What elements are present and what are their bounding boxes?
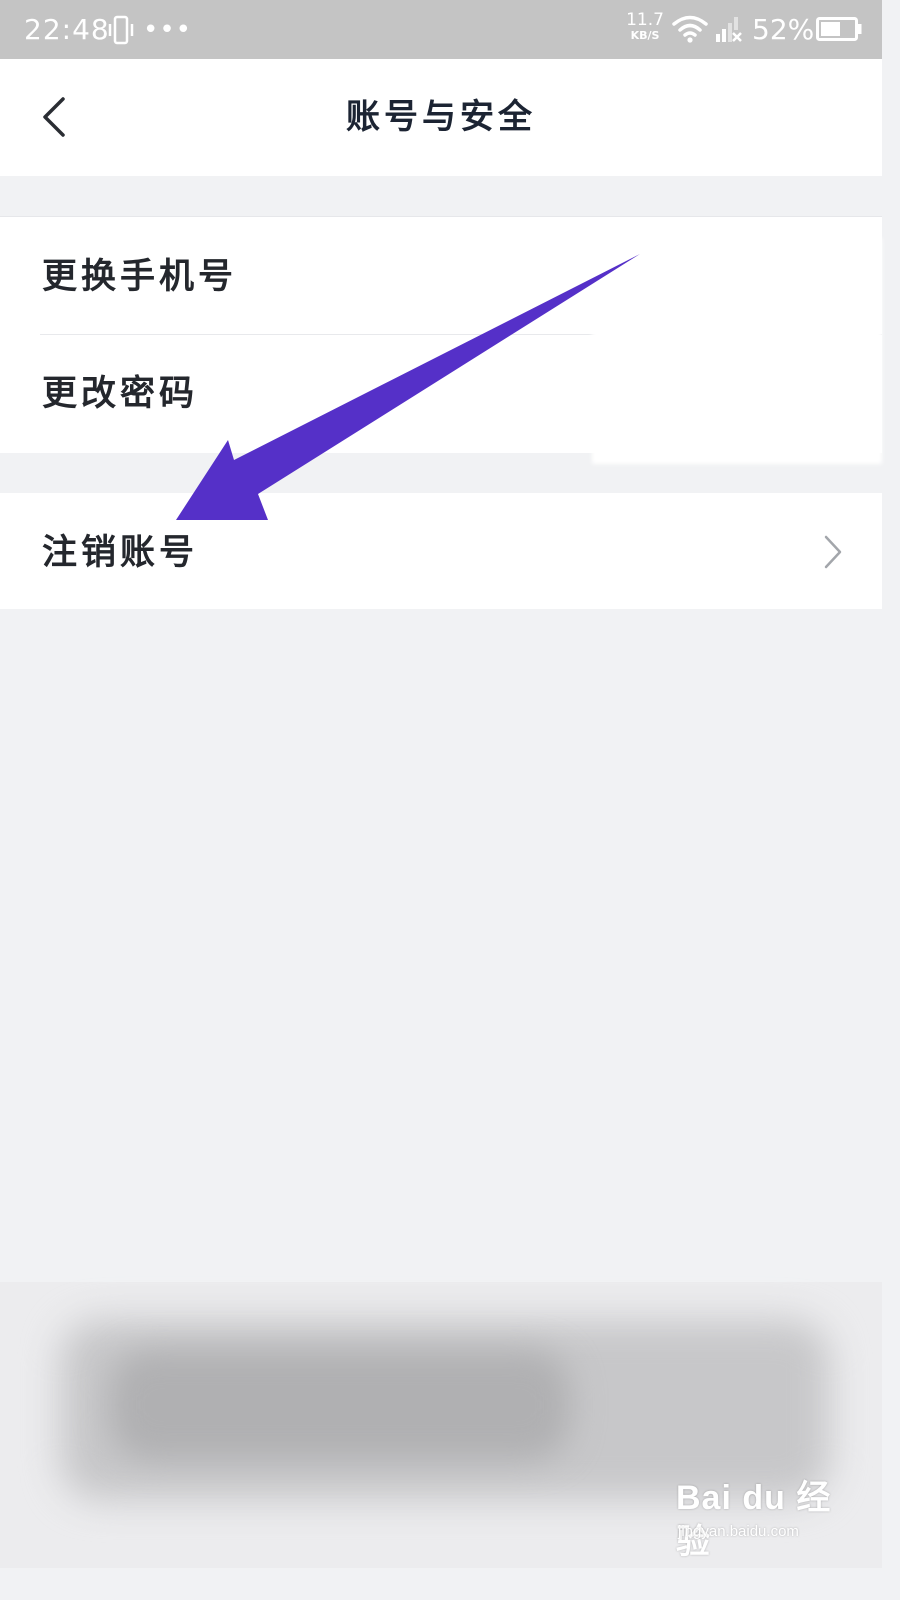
- net-speed-unit: KB/S: [630, 29, 660, 42]
- status-bar: 22:48 ••• 11.7 KB/S 52%: [0, 0, 882, 59]
- deregister-account-label: 注销账号: [42, 532, 199, 573]
- page-title: 账号与安全: [346, 97, 536, 137]
- annotation-arrow-icon: [176, 254, 640, 520]
- signal-icon: [716, 17, 742, 42]
- baidu-jingyan-watermark: Bai du 经验 jingyan.baidu.com: [676, 1476, 866, 1561]
- vibrate-icon: [108, 15, 134, 45]
- net-speed-value: 11.7: [626, 10, 664, 30]
- battery-percent: 52%: [752, 13, 815, 46]
- status-time: 22:48: [24, 13, 110, 46]
- nav-bar: 账号与安全: [0, 59, 882, 176]
- chevron-right-icon: [824, 535, 842, 569]
- watermark-logo-text: Bai du 经验: [676, 1479, 832, 1561]
- status-more-dots: •••: [143, 15, 193, 45]
- battery-icon: [816, 17, 862, 41]
- net-speed: 11.7 KB/S: [624, 12, 666, 43]
- wifi-icon: [672, 15, 708, 43]
- watermark-url: jingyan.baidu.com: [678, 1523, 799, 1540]
- blurred-content-block: [110, 1350, 570, 1460]
